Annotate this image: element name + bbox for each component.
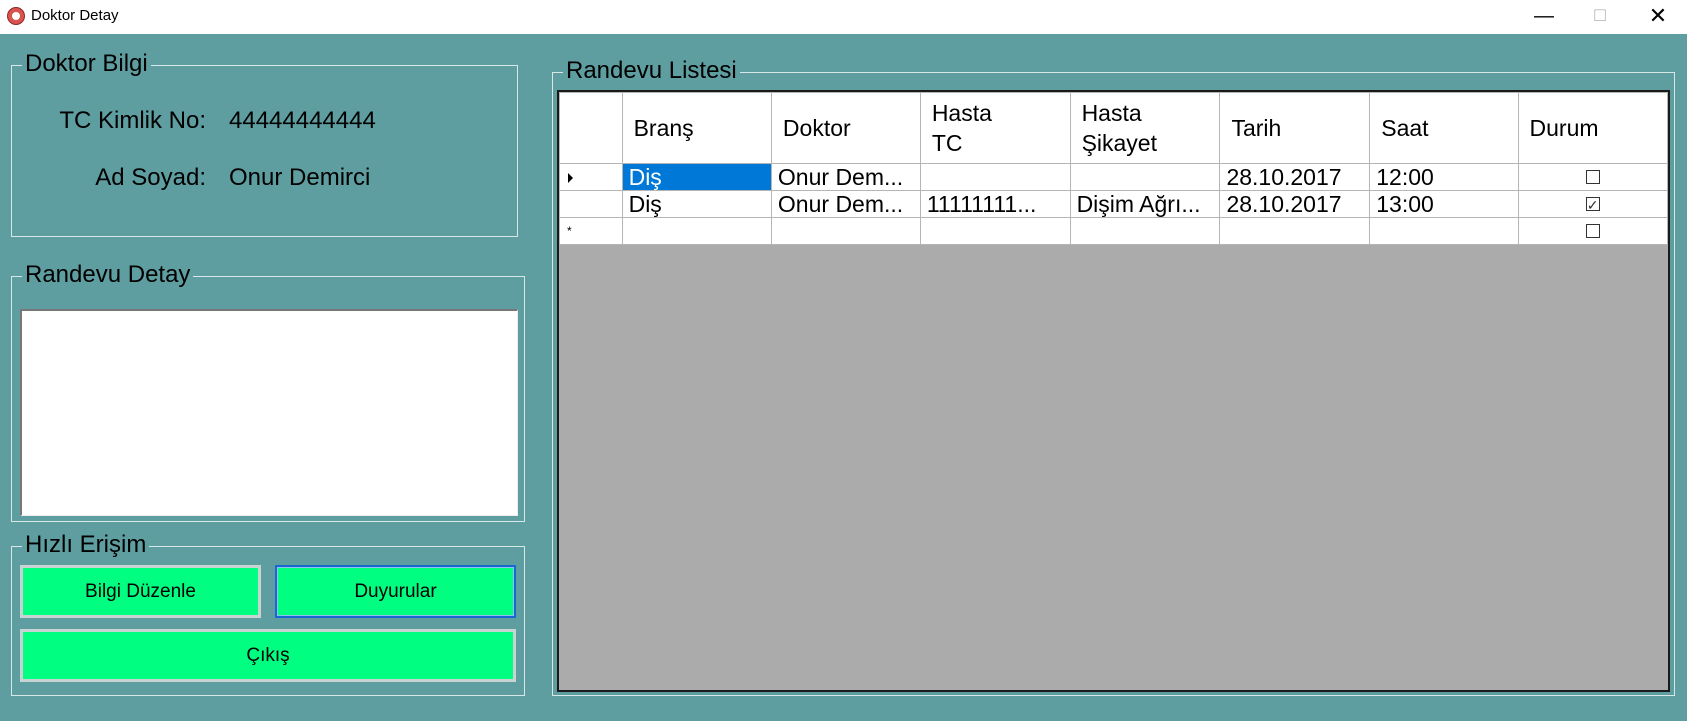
edit-info-button[interactable]: Bilgi Düzenle xyxy=(20,565,261,618)
cell-saat[interactable] xyxy=(1369,217,1519,245)
table-row[interactable]: Diş Onur Dem... 11111111... Dişim Ağrı..… xyxy=(559,190,1668,218)
cell-doktor[interactable] xyxy=(770,217,921,245)
header-row: Branş Doktor Hasta TC Hasta Şikayet Tari… xyxy=(559,92,1668,164)
doctor-info-legend: Doktor Bilgi xyxy=(22,50,151,78)
cell-sikayet[interactable]: Dişim Ağrı... xyxy=(1069,190,1221,218)
appointment-detail-legend: Randevu Detay xyxy=(22,261,194,289)
window-title: Doktor Detay xyxy=(31,7,119,24)
column-header-durum[interactable]: Durum xyxy=(1517,92,1668,164)
row-header-new[interactable]: * xyxy=(559,217,623,245)
new-row[interactable]: * xyxy=(559,217,1668,245)
column-header-brans[interactable]: Branş xyxy=(621,92,772,164)
appointment-list-legend: Randevu Listesi xyxy=(563,57,740,85)
cell-hasta-tc[interactable]: 11111111... xyxy=(919,190,1071,218)
durum-checkbox[interactable] xyxy=(1585,224,1600,238)
appointment-grid[interactable]: Branş Doktor Hasta TC Hasta Şikayet Tari… xyxy=(557,90,1670,692)
cell-saat[interactable]: 12:00 xyxy=(1369,163,1519,191)
row-header[interactable] xyxy=(559,190,623,218)
doctor-info-group: Doktor Bilgi xyxy=(11,50,518,237)
cell-doktor[interactable]: Onur Dem... xyxy=(770,163,921,191)
app-icon xyxy=(7,7,25,25)
quick-access-legend: Hızlı Erişim xyxy=(22,531,150,559)
cell-brans[interactable] xyxy=(621,217,772,245)
cell-sikayet[interactable] xyxy=(1069,163,1221,191)
row-header-corner xyxy=(559,92,623,164)
cell-brans[interactable]: Diş xyxy=(621,190,772,218)
name-value: Onur Demirci xyxy=(229,164,371,191)
cell-brans[interactable]: Diş xyxy=(621,163,772,191)
column-header-hasta-tc[interactable]: Hasta TC xyxy=(919,92,1071,164)
minimize-button[interactable]: — xyxy=(1515,0,1573,32)
cell-hasta-tc[interactable] xyxy=(919,163,1071,191)
exit-button[interactable]: Çıkış xyxy=(20,629,516,682)
cell-saat[interactable]: 13:00 xyxy=(1369,190,1519,218)
new-row-marker: * xyxy=(567,224,572,238)
column-header-saat[interactable]: Saat xyxy=(1369,92,1519,164)
cell-tarih[interactable]: 28.10.2017 xyxy=(1219,190,1371,218)
column-header-tarih[interactable]: Tarih xyxy=(1219,92,1371,164)
cell-doktor[interactable]: Onur Dem... xyxy=(770,190,921,218)
current-row-arrow-icon xyxy=(568,172,573,183)
column-header-hasta-sikayet[interactable]: Hasta Şikayet xyxy=(1069,92,1221,164)
title-bar: Doktor Detay — ☐ ✕ xyxy=(0,0,1687,34)
appointment-table: Branş Doktor Hasta TC Hasta Şikayet Tari… xyxy=(559,92,1668,245)
cell-durum[interactable] xyxy=(1517,163,1668,191)
close-button[interactable]: ✕ xyxy=(1629,0,1687,32)
maximize-button[interactable]: ☐ xyxy=(1571,0,1629,32)
cell-tarih[interactable]: 28.10.2017 xyxy=(1219,163,1371,191)
name-label: Ad Soyad: xyxy=(95,164,206,191)
durum-checkbox[interactable] xyxy=(1585,170,1600,184)
tc-value: 44444444444 xyxy=(229,107,376,134)
table-row[interactable]: Diş Onur Dem... 28.10.2017 12:00 xyxy=(559,163,1668,191)
cell-durum[interactable] xyxy=(1517,190,1668,218)
tc-label: TC Kimlik No: xyxy=(59,107,206,134)
cell-tarih[interactable] xyxy=(1219,217,1371,245)
announcements-button[interactable]: Duyurular xyxy=(275,565,516,618)
durum-checkbox-checked[interactable] xyxy=(1585,192,1600,217)
cell-sikayet[interactable] xyxy=(1069,217,1221,245)
cell-hasta-tc[interactable] xyxy=(919,217,1071,245)
column-header-doktor[interactable]: Doktor xyxy=(770,92,921,164)
row-header-current[interactable] xyxy=(559,163,623,191)
appointment-detail-textbox[interactable] xyxy=(20,309,518,516)
cell-durum[interactable] xyxy=(1517,217,1668,245)
